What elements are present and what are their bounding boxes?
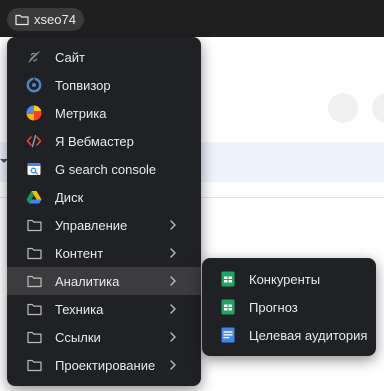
menu-item-proektirovanie[interactable]: Проектирование [7, 351, 201, 379]
submenu-item-celevaya-auditoriya[interactable]: Целевая аудитория [202, 321, 376, 349]
menu-item-kontent[interactable]: Контент [7, 239, 201, 267]
chevron-right-icon [170, 220, 176, 230]
menu-item-label: Аналитика [55, 273, 120, 289]
bookmark-folder-menu: Сайт Топвизор Метрика Я Вебмастер G sear… [7, 37, 201, 386]
analytics-submenu: Конкуренты Прогноз Целевая аудитория [202, 258, 376, 356]
folder-icon [26, 217, 42, 233]
submenu-item-label: Конкуренты [249, 271, 321, 287]
submenu-item-prognoz[interactable]: Прогноз [202, 293, 376, 321]
bookmark-folder-xseo74[interactable]: xseo74 [7, 8, 84, 31]
chevron-right-icon [170, 332, 176, 342]
menu-item-label: Сайт [55, 49, 85, 65]
topvisor-icon [26, 77, 42, 93]
menu-item-search-console[interactable]: G search console [7, 155, 201, 183]
menu-item-label: Проектирование [55, 357, 156, 373]
menu-item-site[interactable]: Сайт [7, 43, 201, 71]
chevron-right-icon [170, 304, 176, 314]
webmaster-icon [26, 133, 42, 149]
folder-icon [26, 245, 42, 261]
folder-icon [26, 357, 42, 373]
sheets-icon [221, 299, 237, 315]
folder-icon [26, 301, 42, 317]
menu-item-analitika[interactable]: Аналитика [7, 267, 201, 295]
chevron-right-icon [170, 248, 176, 258]
metrika-icon [26, 105, 42, 121]
menu-item-drive[interactable]: Диск [7, 183, 201, 211]
menu-item-label: Управление [55, 217, 128, 233]
menu-item-label: Топвизор [55, 77, 111, 93]
menu-item-topvisor[interactable]: Топвизор [7, 71, 201, 99]
menu-item-upravlenie[interactable]: Управление [7, 211, 201, 239]
menu-item-label: Метрика [55, 105, 107, 121]
menu-item-label: Контент [55, 245, 104, 261]
chevron-right-icon [170, 360, 176, 370]
menu-item-label: Я Вебмастер [55, 133, 134, 149]
chevron-right-icon [170, 276, 176, 286]
bookmarks-bar: xseo74 [0, 0, 384, 37]
menu-item-label: Диск [55, 189, 84, 205]
menu-item-label: G search console [55, 161, 157, 177]
submenu-item-label: Прогноз [249, 299, 298, 315]
menu-item-label: Техника [55, 301, 104, 317]
docs-icon [221, 327, 237, 343]
sheets-icon [221, 271, 237, 287]
folder-icon [26, 273, 42, 289]
menu-item-tehnika[interactable]: Техника [7, 295, 201, 323]
search-console-icon [26, 161, 42, 177]
folder-icon [26, 329, 42, 345]
drive-icon [26, 189, 42, 205]
submenu-item-konkurenty[interactable]: Конкуренты [202, 265, 376, 293]
site-icon [26, 49, 42, 65]
menu-item-label: Ссылки [55, 329, 101, 345]
bookmark-folder-label: xseo74 [34, 12, 76, 27]
submenu-item-label: Целевая аудитория [249, 327, 368, 343]
menu-item-ssylki[interactable]: Ссылки [7, 323, 201, 351]
folder-icon [15, 14, 29, 26]
menu-item-webmaster[interactable]: Я Вебмастер [7, 127, 201, 155]
toolbar-circle-button[interactable] [328, 93, 358, 123]
toolbar-circle-button[interactable] [372, 93, 384, 123]
menu-item-metrika[interactable]: Метрика [7, 99, 201, 127]
